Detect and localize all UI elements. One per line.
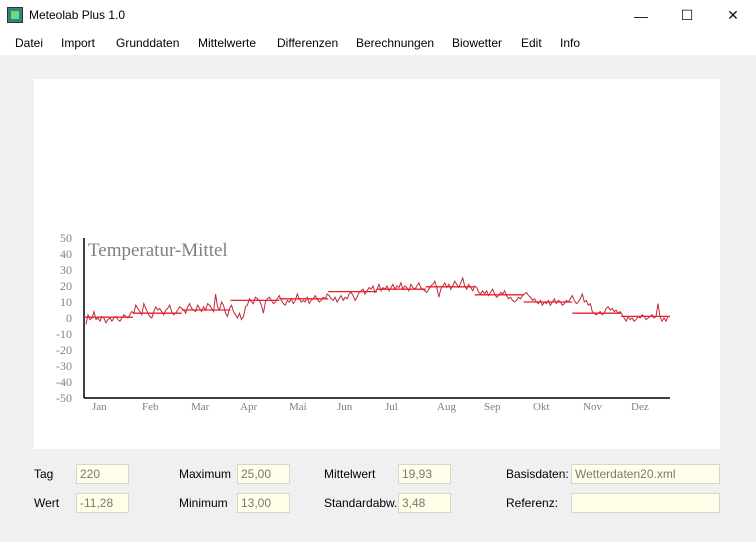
- wert-label: Wert: [34, 496, 60, 510]
- referenz-field[interactable]: [571, 493, 720, 513]
- menu-berechnungen[interactable]: Berechnungen: [356, 36, 434, 50]
- y-tick-label: 30: [60, 263, 72, 277]
- x-tick-label: Dez: [631, 401, 649, 413]
- maximum-label: Maximum: [179, 467, 232, 481]
- maximum-field[interactable]: 25,00: [237, 464, 290, 484]
- minimum-field[interactable]: 13,00: [237, 493, 290, 513]
- basisdaten-label: Basisdaten:: [506, 467, 569, 481]
- tag-label: Tag: [34, 467, 54, 481]
- mittelwert-field[interactable]: 19,93: [398, 464, 451, 484]
- x-tick-label: Apr: [240, 401, 257, 413]
- maximize-button[interactable]: ☐: [664, 0, 710, 31]
- menu-differenzen[interactable]: Differenzen: [277, 36, 338, 50]
- title-bar: Meteolab Plus 1.0 — ☐ ✕: [0, 0, 756, 31]
- menu-edit[interactable]: Edit: [521, 36, 542, 50]
- x-tick-label: Sep: [484, 401, 501, 413]
- referenz-label: Referenz:: [506, 496, 559, 510]
- y-tick-label: 10: [60, 295, 72, 309]
- menu-grunddaten[interactable]: Grunddaten: [116, 36, 179, 50]
- tag-field[interactable]: 220: [76, 464, 129, 484]
- x-tick-label: Jan: [92, 401, 107, 413]
- x-tick-label: Mai: [289, 401, 307, 413]
- minimum-label: Minimum: [179, 496, 228, 510]
- close-button[interactable]: ✕: [710, 0, 756, 31]
- app-icon: [7, 7, 23, 23]
- minimize-button[interactable]: —: [618, 0, 664, 31]
- chart-title: Temperatur-Mittel: [88, 240, 228, 261]
- wert-field[interactable]: -11,28: [76, 493, 129, 513]
- temperature-chart: 50 40 30 20 10 0 -10 -20 -30 -40 -50 Jan Feb Mar Apr Ma…: [56, 231, 670, 413]
- chart-panel: 50 40 30 20 10 0 -10 -20 -30 -40 -50 Jan Feb Mar Apr Ma…: [34, 79, 720, 449]
- standardabw-field[interactable]: 3,48: [398, 493, 451, 513]
- basisdaten-field[interactable]: Wetterdaten20.xml: [571, 464, 720, 484]
- menu-bar: Datei Import Grunddaten Mittelwerte Diff…: [0, 31, 756, 56]
- y-tick-label: 40: [60, 247, 72, 261]
- menu-import[interactable]: Import: [61, 36, 95, 50]
- mittelwert-label: Mittelwert: [324, 467, 376, 481]
- minimize-icon: —: [634, 7, 648, 24]
- x-tick-label: Mar: [191, 401, 210, 413]
- standardabw-label: Standardabw.: [324, 496, 398, 510]
- menu-info[interactable]: Info: [560, 36, 580, 50]
- x-tick-label: Jul: [385, 401, 398, 413]
- x-tick-label: Okt: [533, 401, 550, 413]
- x-tick-label: Feb: [142, 401, 159, 413]
- x-tick-label: Aug: [437, 401, 456, 413]
- y-tick-label: -30: [56, 359, 72, 373]
- close-icon: ✕: [727, 7, 739, 23]
- x-tick-label: Jun: [337, 401, 353, 413]
- y-tick-label: -40: [56, 375, 72, 389]
- daily-temperature-line: [85, 276, 669, 325]
- menu-biowetter[interactable]: Biowetter: [452, 36, 502, 50]
- menu-mittelwerte[interactable]: Mittelwerte: [198, 36, 256, 50]
- menu-datei[interactable]: Datei: [15, 36, 43, 50]
- maximize-icon: ☐: [680, 7, 694, 23]
- y-tick-label: 50: [60, 231, 72, 245]
- window-title: Meteolab Plus 1.0: [29, 8, 126, 22]
- x-tick-label: Nov: [583, 401, 602, 413]
- y-tick-label: 20: [60, 279, 72, 293]
- y-tick-label: 0: [66, 311, 72, 325]
- y-tick-label: -10: [56, 327, 72, 341]
- y-tick-label: -50: [56, 391, 72, 405]
- y-tick-label: -20: [56, 343, 72, 357]
